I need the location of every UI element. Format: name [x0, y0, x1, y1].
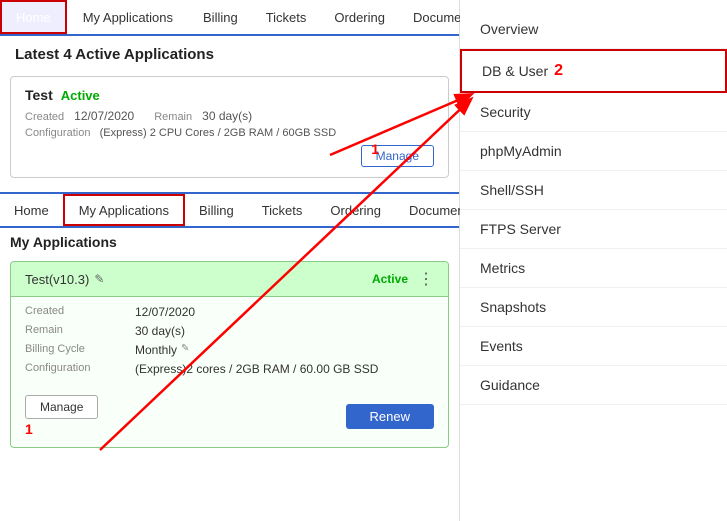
nav-billing-top[interactable]: Billing [189, 0, 252, 34]
more-options-icon[interactable]: ⋮ [418, 269, 434, 289]
created-value-bottom: 12/07/2020 [135, 305, 195, 319]
config-label-top: Configuration [25, 127, 90, 139]
remain-value-top: 30 day(s) [202, 109, 252, 123]
app-status-top: Active [61, 88, 100, 103]
annotation-1-top: 1 [371, 141, 379, 157]
right-panel-shell-ssh[interactable]: Shell/SSH [460, 171, 727, 210]
top-nav-bar: Home My Applications Billing Tickets Ord… [0, 0, 459, 36]
right-panel-phpmyadmin[interactable]: phpMyAdmin [460, 132, 727, 171]
right-panel-overview[interactable]: Overview [460, 10, 727, 49]
nav-ordering-bottom[interactable]: Ordering [316, 194, 395, 226]
bottom-nav-bar: Home My Applications Billing Tickets Ord… [0, 192, 459, 228]
billing-icon: ✎ [181, 343, 189, 357]
right-panel-guidance[interactable]: Guidance [460, 366, 727, 405]
nav-myapps-bottom[interactable]: My Applications [63, 194, 185, 226]
app-card-top: Test Active Created 12/07/2020 Remain 30… [10, 76, 449, 178]
config-label-bottom: Configuration [25, 362, 135, 376]
created-label-top: Created [25, 111, 64, 123]
remain-value-bottom: 30 day(s) [135, 324, 185, 338]
annotation-1-bottom: 1 [25, 421, 33, 437]
right-panel: Overview DB & User 2 Security phpMyAdmin… [460, 0, 727, 521]
remain-label-top: Remain [154, 111, 192, 123]
nav-ordering-top[interactable]: Ordering [320, 0, 399, 34]
app-card-bottom: Test(v10.3) ✎ Active ⋮ Created 12/07/202… [10, 261, 449, 448]
nav-billing-bottom[interactable]: Billing [185, 194, 248, 226]
right-panel-events[interactable]: Events [460, 327, 727, 366]
app-name-bottom: Test(v10.3) [25, 272, 89, 287]
nav-tickets-bottom[interactable]: Tickets [248, 194, 317, 226]
right-panel-db-user[interactable]: DB & User 2 [460, 49, 727, 93]
config-value-bottom: (Express)2 cores / 2GB RAM / 60.00 GB SS… [135, 362, 378, 376]
section-top-title: Latest 4 Active Applications [15, 46, 444, 63]
app-name-top: Test [25, 87, 53, 103]
nav-home-top[interactable]: Home [0, 0, 67, 34]
app-status-bottom: Active [372, 272, 408, 286]
annotation-2: 2 [554, 62, 563, 80]
right-panel-metrics[interactable]: Metrics [460, 249, 727, 288]
edit-icon[interactable]: ✎ [94, 272, 104, 286]
nav-home-bottom[interactable]: Home [0, 194, 63, 226]
billing-value-bottom: Monthly [135, 343, 177, 357]
manage-button-bottom[interactable]: Manage [25, 395, 98, 419]
nav-myapps-top[interactable]: My Applications [67, 0, 189, 34]
renew-button[interactable]: Renew [346, 404, 434, 429]
right-panel-ftps-server[interactable]: FTPS Server [460, 210, 727, 249]
my-apps-title: My Applications [10, 234, 449, 250]
right-panel-snapshots[interactable]: Snapshots [460, 288, 727, 327]
remain-label-bottom: Remain [25, 324, 135, 338]
my-apps-section: My Applications [0, 228, 459, 261]
right-panel-security[interactable]: Security [460, 93, 727, 132]
created-value-top: 12/07/2020 [74, 109, 134, 123]
db-user-label: DB & User [482, 63, 548, 79]
created-label-bottom: Created [25, 305, 135, 319]
billing-label-bottom: Billing Cycle [25, 343, 135, 357]
config-value-top: (Express) 2 CPU Cores / 2GB RAM / 60GB S… [100, 127, 337, 139]
nav-tickets-top[interactable]: Tickets [252, 0, 321, 34]
